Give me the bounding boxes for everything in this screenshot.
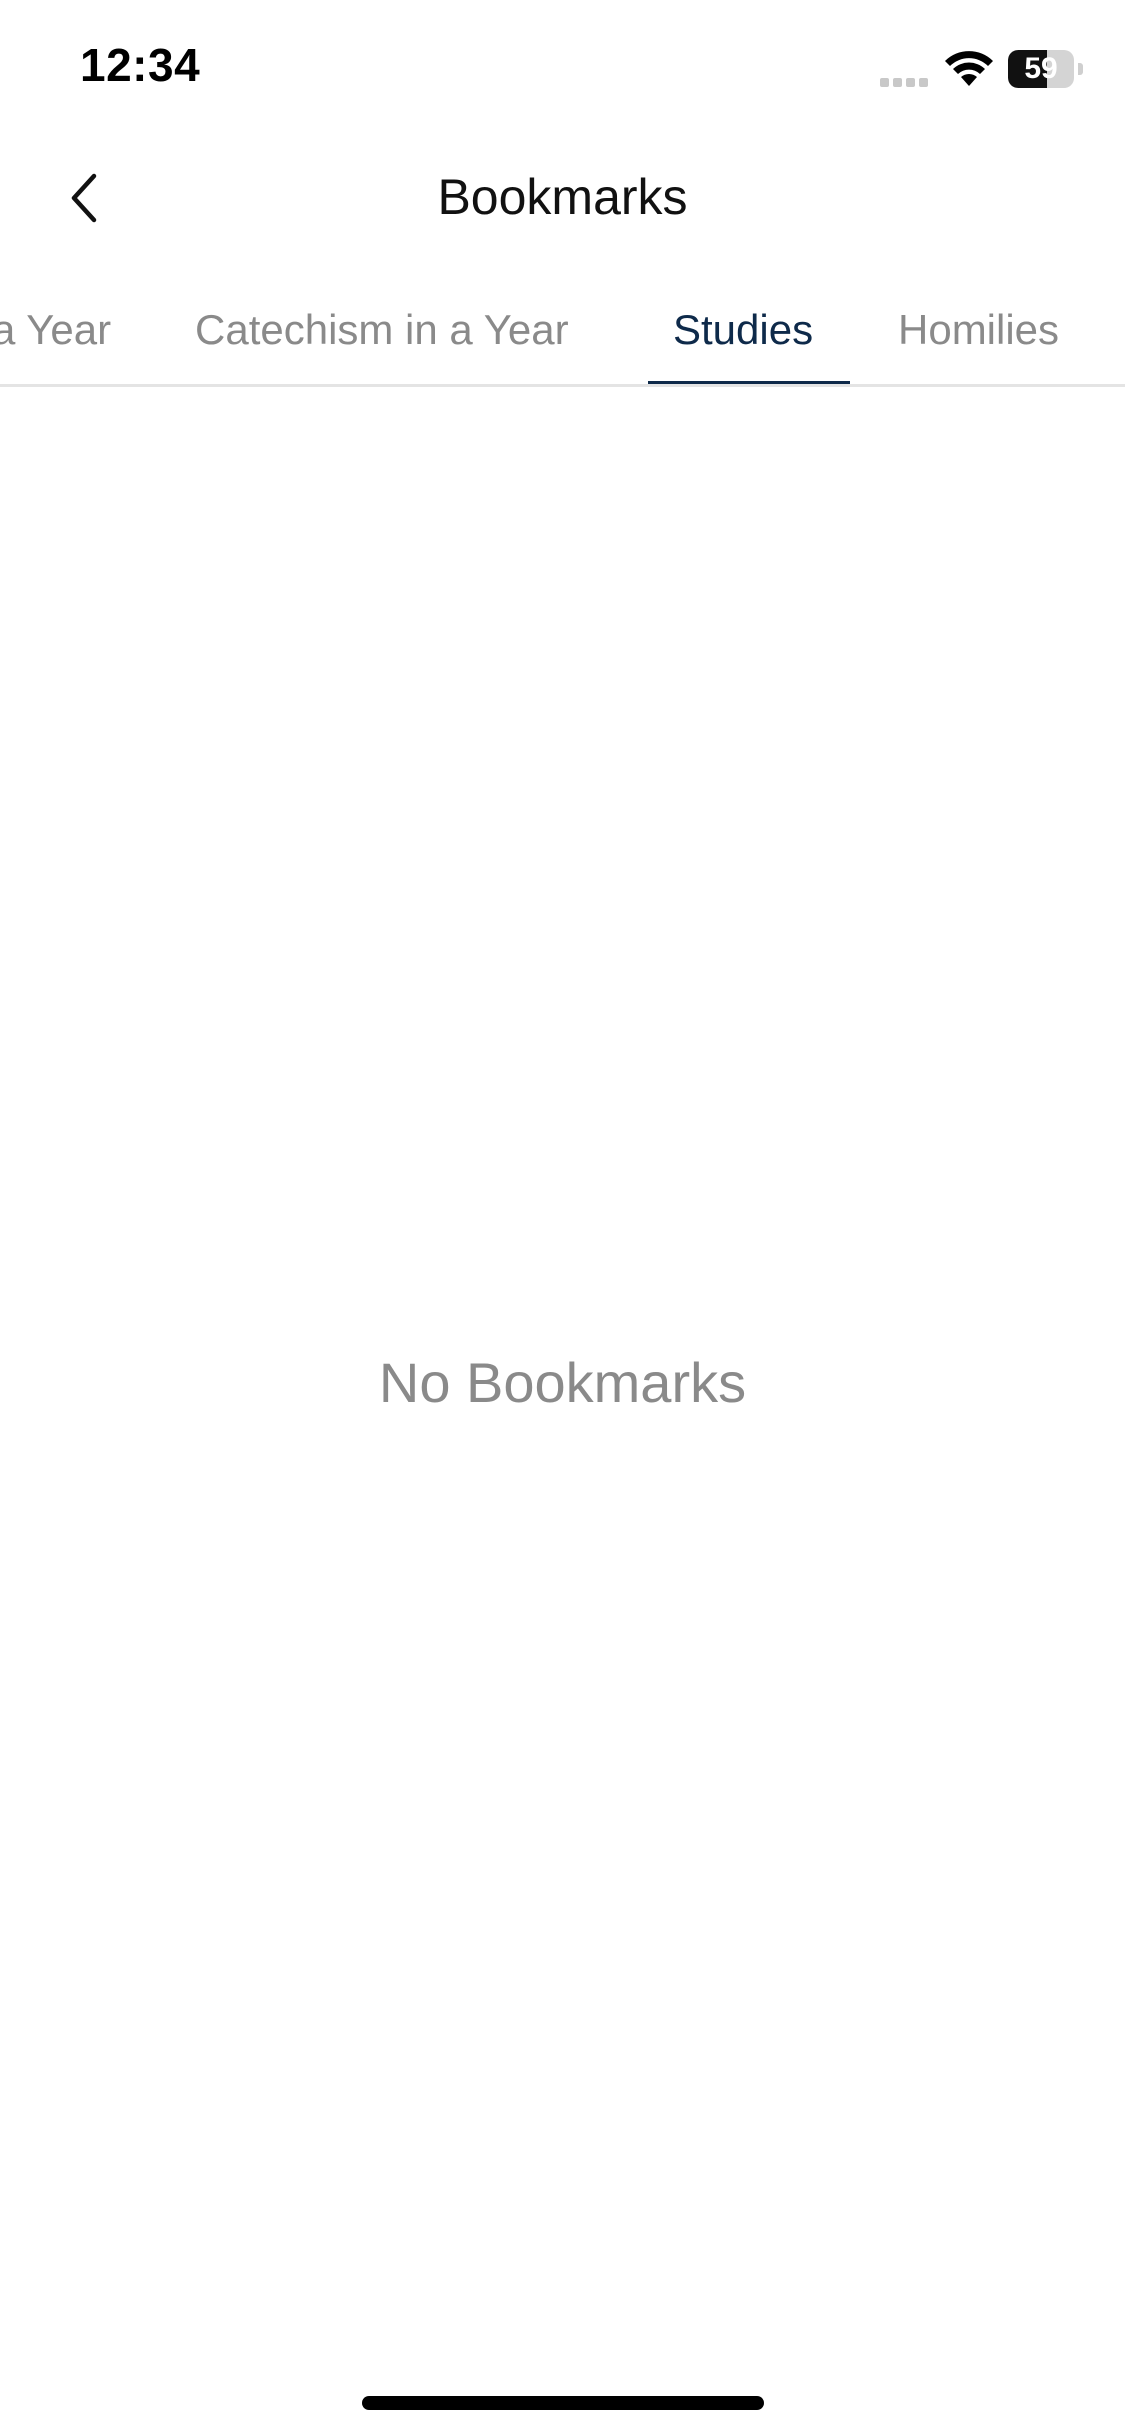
tab-label: Homilies xyxy=(898,306,1060,353)
wifi-icon xyxy=(944,48,994,88)
tab-label: Studies xyxy=(673,306,814,353)
tab-bible-in-a-year[interactable]: a Year xyxy=(0,306,111,384)
status-time: 12:34 xyxy=(80,39,201,91)
navigation-bar: Bookmarks xyxy=(0,140,1125,260)
cellular-signal-icon xyxy=(880,75,932,87)
tab-homilies[interactable]: Homilies xyxy=(898,306,1059,384)
status-bar: 12:34 59 xyxy=(0,0,1125,140)
tab-label: a Year xyxy=(0,306,112,353)
page-title: Bookmarks xyxy=(437,169,688,225)
tab-label: Catechism in a Year xyxy=(195,306,569,353)
tab-studies[interactable]: Studies xyxy=(673,306,813,384)
tab-bar: a Year Catechism in a Year Studies Homil… xyxy=(0,296,1125,387)
tab-catechism-in-a-year[interactable]: Catechism in a Year xyxy=(195,306,569,384)
battery-icon: 59 xyxy=(1008,50,1083,88)
battery-level: 59 xyxy=(1024,52,1058,85)
active-tab-indicator xyxy=(648,381,850,384)
home-indicator[interactable] xyxy=(362,2396,764,2410)
empty-state-message: No Bookmarks xyxy=(378,1351,747,1414)
